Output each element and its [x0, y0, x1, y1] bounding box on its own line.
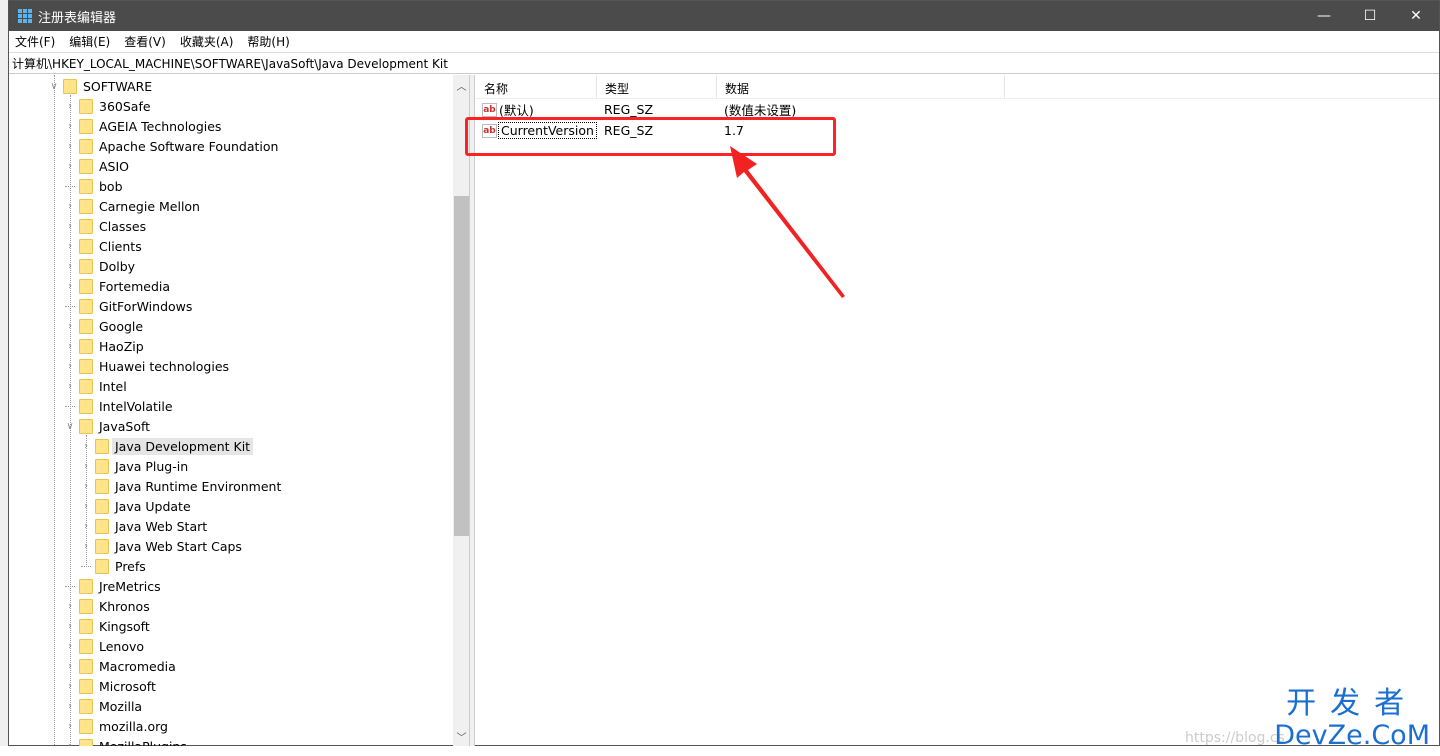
- annotation-arrow: [730, 146, 845, 298]
- arrow-shape: [730, 146, 845, 298]
- logo-cn: 开发者: [1286, 686, 1419, 721]
- devze-logo: 开发者 DevZe.CoM: [1274, 678, 1430, 750]
- watermark-url: https://blog.cs: [1185, 730, 1285, 746]
- logo-en: DevZe.CoM: [1274, 720, 1430, 751]
